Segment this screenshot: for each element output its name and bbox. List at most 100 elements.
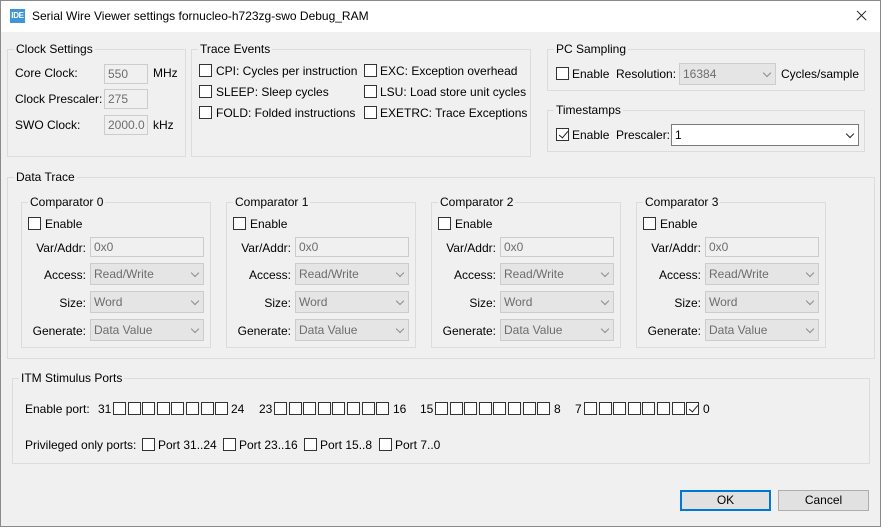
generate-value: Data Value bbox=[299, 323, 358, 337]
fold-label: FOLD: Folded instructions bbox=[216, 106, 356, 120]
resolution-dropdown[interactable]: 16384 bbox=[679, 63, 776, 85]
port-checkbox[interactable] bbox=[200, 402, 214, 415]
generate-dropdown[interactable]: Data Value bbox=[500, 319, 614, 341]
chevron-down-icon bbox=[190, 268, 200, 278]
port-checkbox[interactable] bbox=[113, 402, 126, 415]
sleep-checkbox[interactable] bbox=[199, 85, 212, 98]
port-checkbox[interactable] bbox=[686, 402, 700, 415]
port-checkbox[interactable] bbox=[508, 402, 521, 415]
access-dropdown[interactable]: Read/Write bbox=[295, 263, 409, 285]
chevron-down-icon bbox=[190, 296, 200, 306]
port-checkbox[interactable] bbox=[598, 402, 612, 415]
timestamps-enable-checkbox[interactable] bbox=[556, 128, 569, 141]
size-dropdown[interactable]: Word bbox=[500, 291, 614, 313]
pc-sampling-group: PC Sampling Enable Resolution: 16384 Cyc… bbox=[547, 42, 865, 91]
timestamps-enable-label: Enable bbox=[572, 128, 610, 142]
port-group-23-16 bbox=[274, 402, 391, 415]
port-checkbox[interactable] bbox=[627, 402, 641, 415]
comparator-enable-checkbox[interactable] bbox=[28, 217, 41, 230]
size-value: Word bbox=[709, 295, 738, 309]
timestamp-prescaler-dropdown[interactable]: 1 bbox=[671, 124, 859, 146]
var-addr-input[interactable]: 0x0 bbox=[705, 237, 819, 257]
ok-button[interactable]: OK bbox=[680, 490, 771, 511]
comparator-enable-checkbox[interactable] bbox=[643, 217, 656, 230]
port-checkbox[interactable] bbox=[142, 402, 156, 415]
generate-dropdown[interactable]: Data Value bbox=[295, 319, 409, 341]
privileged-port-31-24-checkbox[interactable] bbox=[142, 438, 155, 451]
var-addr-input[interactable]: 0x0 bbox=[295, 237, 409, 257]
size-dropdown[interactable]: Word bbox=[295, 291, 409, 313]
port-checkbox[interactable] bbox=[478, 402, 492, 415]
port-checkbox[interactable] bbox=[657, 402, 670, 415]
port-checkbox[interactable] bbox=[435, 402, 448, 415]
comparator-title: Comparator 3 bbox=[643, 195, 721, 209]
privileged-port-15-8-checkbox[interactable] bbox=[304, 438, 317, 451]
port-checkbox[interactable] bbox=[186, 402, 199, 415]
size-dropdown[interactable]: Word bbox=[705, 291, 819, 313]
port-checkbox[interactable] bbox=[171, 402, 185, 415]
var-addr-input[interactable]: 0x0 bbox=[90, 237, 204, 257]
size-dropdown[interactable]: Word bbox=[90, 291, 204, 313]
port-checkbox[interactable] bbox=[215, 402, 229, 415]
size-label: Size: bbox=[674, 296, 701, 310]
privileged-port-label: Port 23..16 bbox=[239, 438, 298, 452]
access-dropdown[interactable]: Read/Write bbox=[90, 263, 204, 285]
access-dropdown[interactable]: Read/Write bbox=[705, 263, 819, 285]
core-clock-label: Core Clock: bbox=[15, 66, 78, 80]
privileged-port-7-0-checkbox[interactable] bbox=[379, 438, 392, 451]
clock-prescaler-field[interactable]: 275 bbox=[104, 89, 148, 109]
lsu-checkbox[interactable] bbox=[364, 85, 377, 98]
cpi-label: CPI: Cycles per instruction bbox=[216, 64, 358, 78]
port-checkbox[interactable] bbox=[288, 402, 302, 415]
generate-dropdown[interactable]: Data Value bbox=[90, 319, 204, 341]
port-checkbox[interactable] bbox=[361, 402, 375, 415]
port-group-7-0 bbox=[584, 402, 701, 415]
port-checkbox[interactable] bbox=[449, 402, 463, 415]
privileged-port-23-16-checkbox[interactable] bbox=[223, 438, 236, 451]
port-checkbox[interactable] bbox=[537, 402, 551, 415]
port-checkbox[interactable] bbox=[332, 402, 346, 415]
access-value: Read/Write bbox=[709, 267, 769, 281]
close-icon[interactable] bbox=[846, 3, 876, 29]
access-dropdown[interactable]: Read/Write bbox=[500, 263, 614, 285]
exetrc-checkbox[interactable] bbox=[364, 106, 377, 119]
chevron-down-icon bbox=[762, 68, 772, 78]
port-checkbox[interactable] bbox=[584, 402, 597, 415]
access-value: Read/Write bbox=[94, 267, 154, 281]
port-checkbox[interactable] bbox=[493, 402, 507, 415]
comparator-enable-checkbox[interactable] bbox=[438, 217, 451, 230]
clock-prescaler-label: Clock Prescaler: bbox=[15, 92, 103, 106]
port-checkbox[interactable] bbox=[522, 402, 536, 415]
swo-clock-field[interactable]: 2000.0 bbox=[104, 115, 148, 135]
port-checkbox[interactable] bbox=[671, 402, 685, 415]
port-checkbox[interactable] bbox=[127, 402, 141, 415]
port-checkbox[interactable] bbox=[317, 402, 331, 415]
var-addr-label: Var/Addr: bbox=[651, 241, 701, 255]
exc-checkbox[interactable] bbox=[364, 64, 377, 77]
cycles-sample-unit: Cycles/sample bbox=[781, 67, 860, 81]
pc-sampling-enable-checkbox[interactable] bbox=[556, 67, 569, 80]
port-checkbox[interactable] bbox=[376, 402, 390, 415]
cancel-button[interactable]: Cancel bbox=[778, 490, 869, 511]
port-checkbox[interactable] bbox=[613, 402, 627, 415]
port-checkbox[interactable] bbox=[464, 402, 478, 415]
core-clock-field[interactable]: 550 bbox=[104, 64, 148, 84]
comparator-enable-checkbox[interactable] bbox=[233, 217, 246, 230]
cpi-checkbox[interactable] bbox=[199, 64, 212, 77]
generate-dropdown[interactable]: Data Value bbox=[705, 319, 819, 341]
fold-checkbox[interactable] bbox=[199, 106, 212, 119]
port-checkbox[interactable] bbox=[303, 402, 317, 415]
var-addr-label: Var/Addr: bbox=[446, 241, 496, 255]
var-addr-input[interactable]: 0x0 bbox=[500, 237, 614, 257]
ide-app-icon: IDE bbox=[10, 9, 25, 23]
port-group-high-label: 7 bbox=[575, 402, 582, 416]
size-value: Word bbox=[94, 295, 123, 309]
port-checkbox[interactable] bbox=[274, 402, 287, 415]
port-checkbox[interactable] bbox=[642, 402, 656, 415]
comparator-enable-label: Enable bbox=[250, 217, 288, 231]
port-checkbox[interactable] bbox=[347, 402, 360, 415]
access-value: Read/Write bbox=[504, 267, 564, 281]
size-value: Word bbox=[504, 295, 533, 309]
port-checkbox[interactable] bbox=[156, 402, 170, 415]
chevron-down-icon bbox=[805, 268, 815, 278]
